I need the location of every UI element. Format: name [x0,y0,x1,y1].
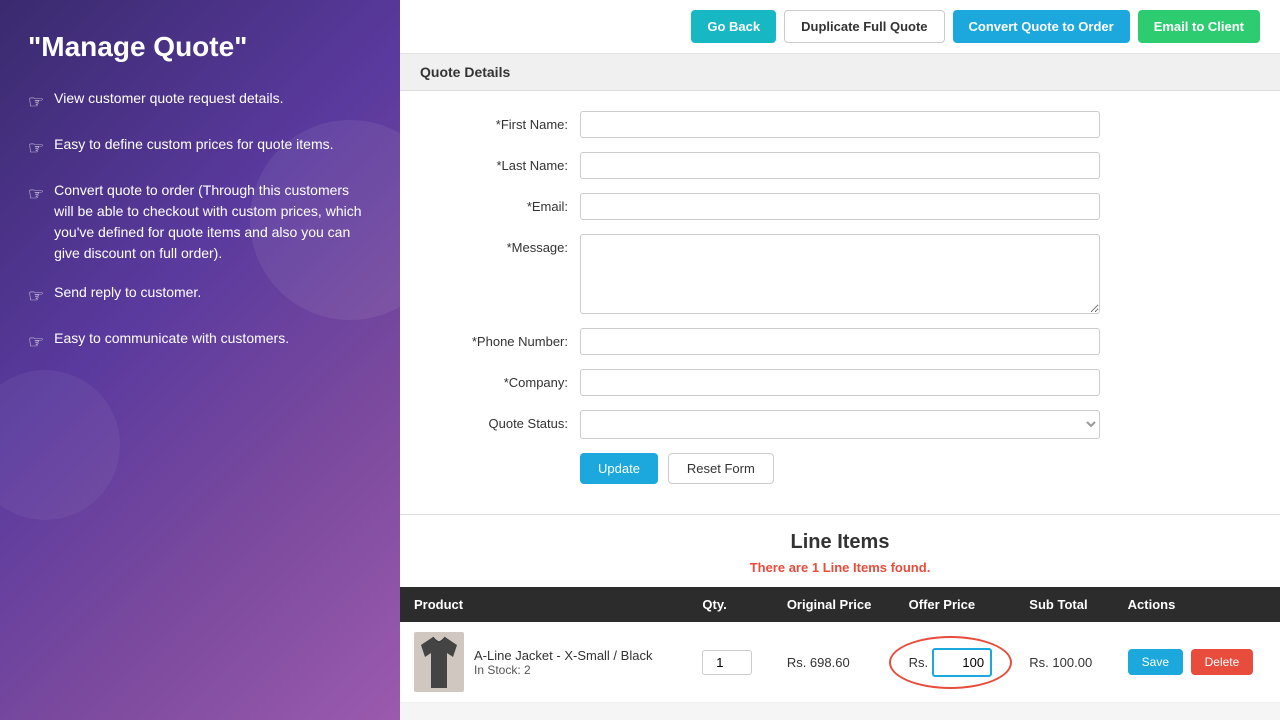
toolbar: Go Back Duplicate Full Quote Convert Quo… [400,0,1280,54]
company-row: *Company: [440,369,1240,396]
status-row: Quote Status: Pending Approved Rejected [440,410,1240,439]
table-body: A-Line Jacket - X-Small / Black In Stock… [400,622,1280,703]
sidebar-features: ☞ View customer quote request details. ☞… [28,88,372,356]
quote-details-panel: Quote Details *First Name: *Last Name: *… [400,54,1280,515]
last-name-input[interactable] [580,152,1100,179]
message-label: *Message: [440,234,580,255]
email-row: *Email: [440,193,1240,220]
col-sub-total: Sub Total [1015,587,1113,622]
items-table: Product Qty. Original Price Offer Price … [400,587,1280,703]
sidebar-feature-1: ☞ View customer quote request details. [28,88,372,116]
first-name-row: *First Name: [440,111,1240,138]
sidebar-title: "Manage Quote" [28,30,372,64]
product-stock: In Stock: 2 [474,663,652,677]
main-content: Go Back Duplicate Full Quote Convert Quo… [400,0,1280,720]
table-header: Product Qty. Original Price Offer Price … [400,587,1280,622]
offer-price-cell: Rs. [895,622,1016,703]
sidebar-feature-2: ☞ Easy to define custom prices for quote… [28,134,372,162]
bullet-icon: ☞ [28,283,44,310]
form-actions: Update Reset Form [580,453,1240,494]
email-input[interactable] [580,193,1100,220]
status-label: Quote Status: [440,410,580,431]
bullet-icon: ☞ [28,89,44,116]
bullet-icon: ☞ [28,181,44,208]
table-row: A-Line Jacket - X-Small / Black In Stock… [400,622,1280,703]
qty-cell [688,622,772,703]
sidebar-feature-4: ☞ Send reply to customer. [28,282,372,310]
offer-price-prefix: Rs. [909,655,929,670]
duplicate-button[interactable]: Duplicate Full Quote [784,10,944,43]
product-name: A-Line Jacket - X-Small / Black [474,648,652,663]
panel-header: Quote Details [400,54,1280,91]
last-name-row: *Last Name: [440,152,1240,179]
first-name-input[interactable] [580,111,1100,138]
go-back-button[interactable]: Go Back [691,10,776,43]
phone-input[interactable] [580,328,1100,355]
product-image [414,632,464,692]
col-offer-price: Offer Price [895,587,1016,622]
company-label: *Company: [440,369,580,390]
update-button[interactable]: Update [580,453,658,484]
save-row-button[interactable]: Save [1128,649,1183,675]
status-select[interactable]: Pending Approved Rejected [580,410,1100,439]
original-price-cell: Rs. 698.60 [773,622,895,703]
product-cell: A-Line Jacket - X-Small / Black In Stock… [400,622,688,703]
panel-body: *First Name: *Last Name: *Email: *Messag… [400,91,1280,514]
offer-price-input[interactable] [932,648,992,677]
col-actions: Actions [1114,587,1280,622]
sidebar-feature-3: ☞ Convert quote to order (Through this c… [28,180,372,264]
line-items-section: Line Items There are 1 Line Items found.… [400,515,1280,703]
bullet-icon: ☞ [28,135,44,162]
line-items-title: Line Items [400,515,1280,560]
subtotal-value: Rs. 100.00 [1029,655,1092,670]
product-info: A-Line Jacket - X-Small / Black In Stock… [414,632,674,692]
message-textarea[interactable] [580,234,1100,314]
email-label: *Email: [440,193,580,214]
last-name-label: *Last Name: [440,152,580,173]
line-items-subtitle: There are 1 Line Items found. [400,560,1280,575]
sidebar-feature-5: ☞ Easy to communicate with customers. [28,328,372,356]
delete-row-button[interactable]: Delete [1191,649,1254,675]
convert-button[interactable]: Convert Quote to Order [953,10,1130,43]
col-qty: Qty. [688,587,772,622]
company-input[interactable] [580,369,1100,396]
bullet-icon: ☞ [28,329,44,356]
email-button[interactable]: Email to Client [1138,10,1260,43]
original-price-value: Rs. 698.60 [787,655,850,670]
subtotal-cell: Rs. 100.00 [1015,622,1113,703]
phone-label: *Phone Number: [440,328,580,349]
sidebar: "Manage Quote" ☞ View customer quote req… [0,0,400,720]
reset-button[interactable]: Reset Form [668,453,774,484]
phone-row: *Phone Number: [440,328,1240,355]
offer-price-wrapper: Rs. [909,648,993,677]
actions-cell: Save Delete [1114,622,1280,703]
col-original-price: Original Price [773,587,895,622]
first-name-label: *First Name: [440,111,580,132]
col-product: Product [400,587,688,622]
qty-input[interactable] [702,650,752,675]
message-row: *Message: [440,234,1240,314]
